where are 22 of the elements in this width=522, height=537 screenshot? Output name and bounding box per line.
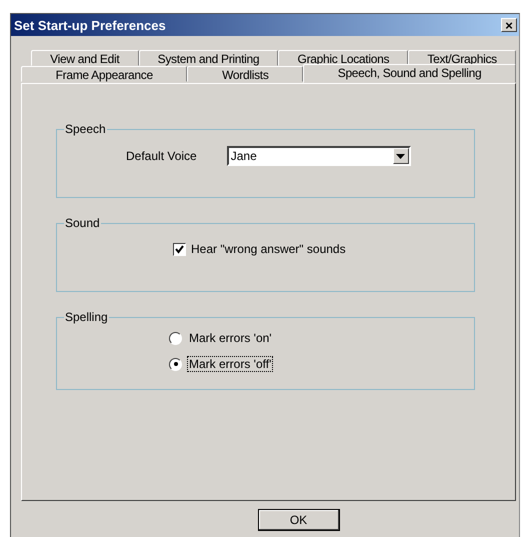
close-button[interactable]: × bbox=[501, 18, 517, 32]
checkbox[interactable] bbox=[173, 242, 186, 256]
voice-dropdown[interactable]: Jane bbox=[226, 146, 411, 166]
checkbox-label: Hear "wrong answer" sounds bbox=[191, 242, 346, 256]
tab[interactable]: System and Printing bbox=[138, 50, 278, 66]
tab[interactable]: Wordlists bbox=[187, 66, 304, 82]
radio-label: Mark errors 'on' bbox=[188, 330, 273, 346]
tab[interactable]: Frame Appearance bbox=[21, 66, 188, 82]
check-icon bbox=[175, 244, 184, 254]
group-title: Sound bbox=[64, 216, 101, 230]
tab[interactable]: Graphic Locations bbox=[278, 50, 408, 66]
window-title: Set Start-up Preferences bbox=[14, 18, 166, 32]
field-label: Default Voice bbox=[126, 149, 197, 163]
radio-button[interactable] bbox=[169, 332, 182, 344]
tab[interactable]: Speech, Sound and Spelling bbox=[303, 64, 516, 83]
radio-button[interactable] bbox=[169, 358, 182, 370]
caret-icon bbox=[396, 154, 406, 158]
tab[interactable]: View and Edit bbox=[31, 50, 138, 66]
radio-label: Mark errors 'off' bbox=[187, 356, 274, 372]
group-title: Speech bbox=[64, 122, 107, 136]
ok-button[interactable]: OK bbox=[258, 509, 340, 531]
group-title: Spelling bbox=[64, 310, 109, 324]
